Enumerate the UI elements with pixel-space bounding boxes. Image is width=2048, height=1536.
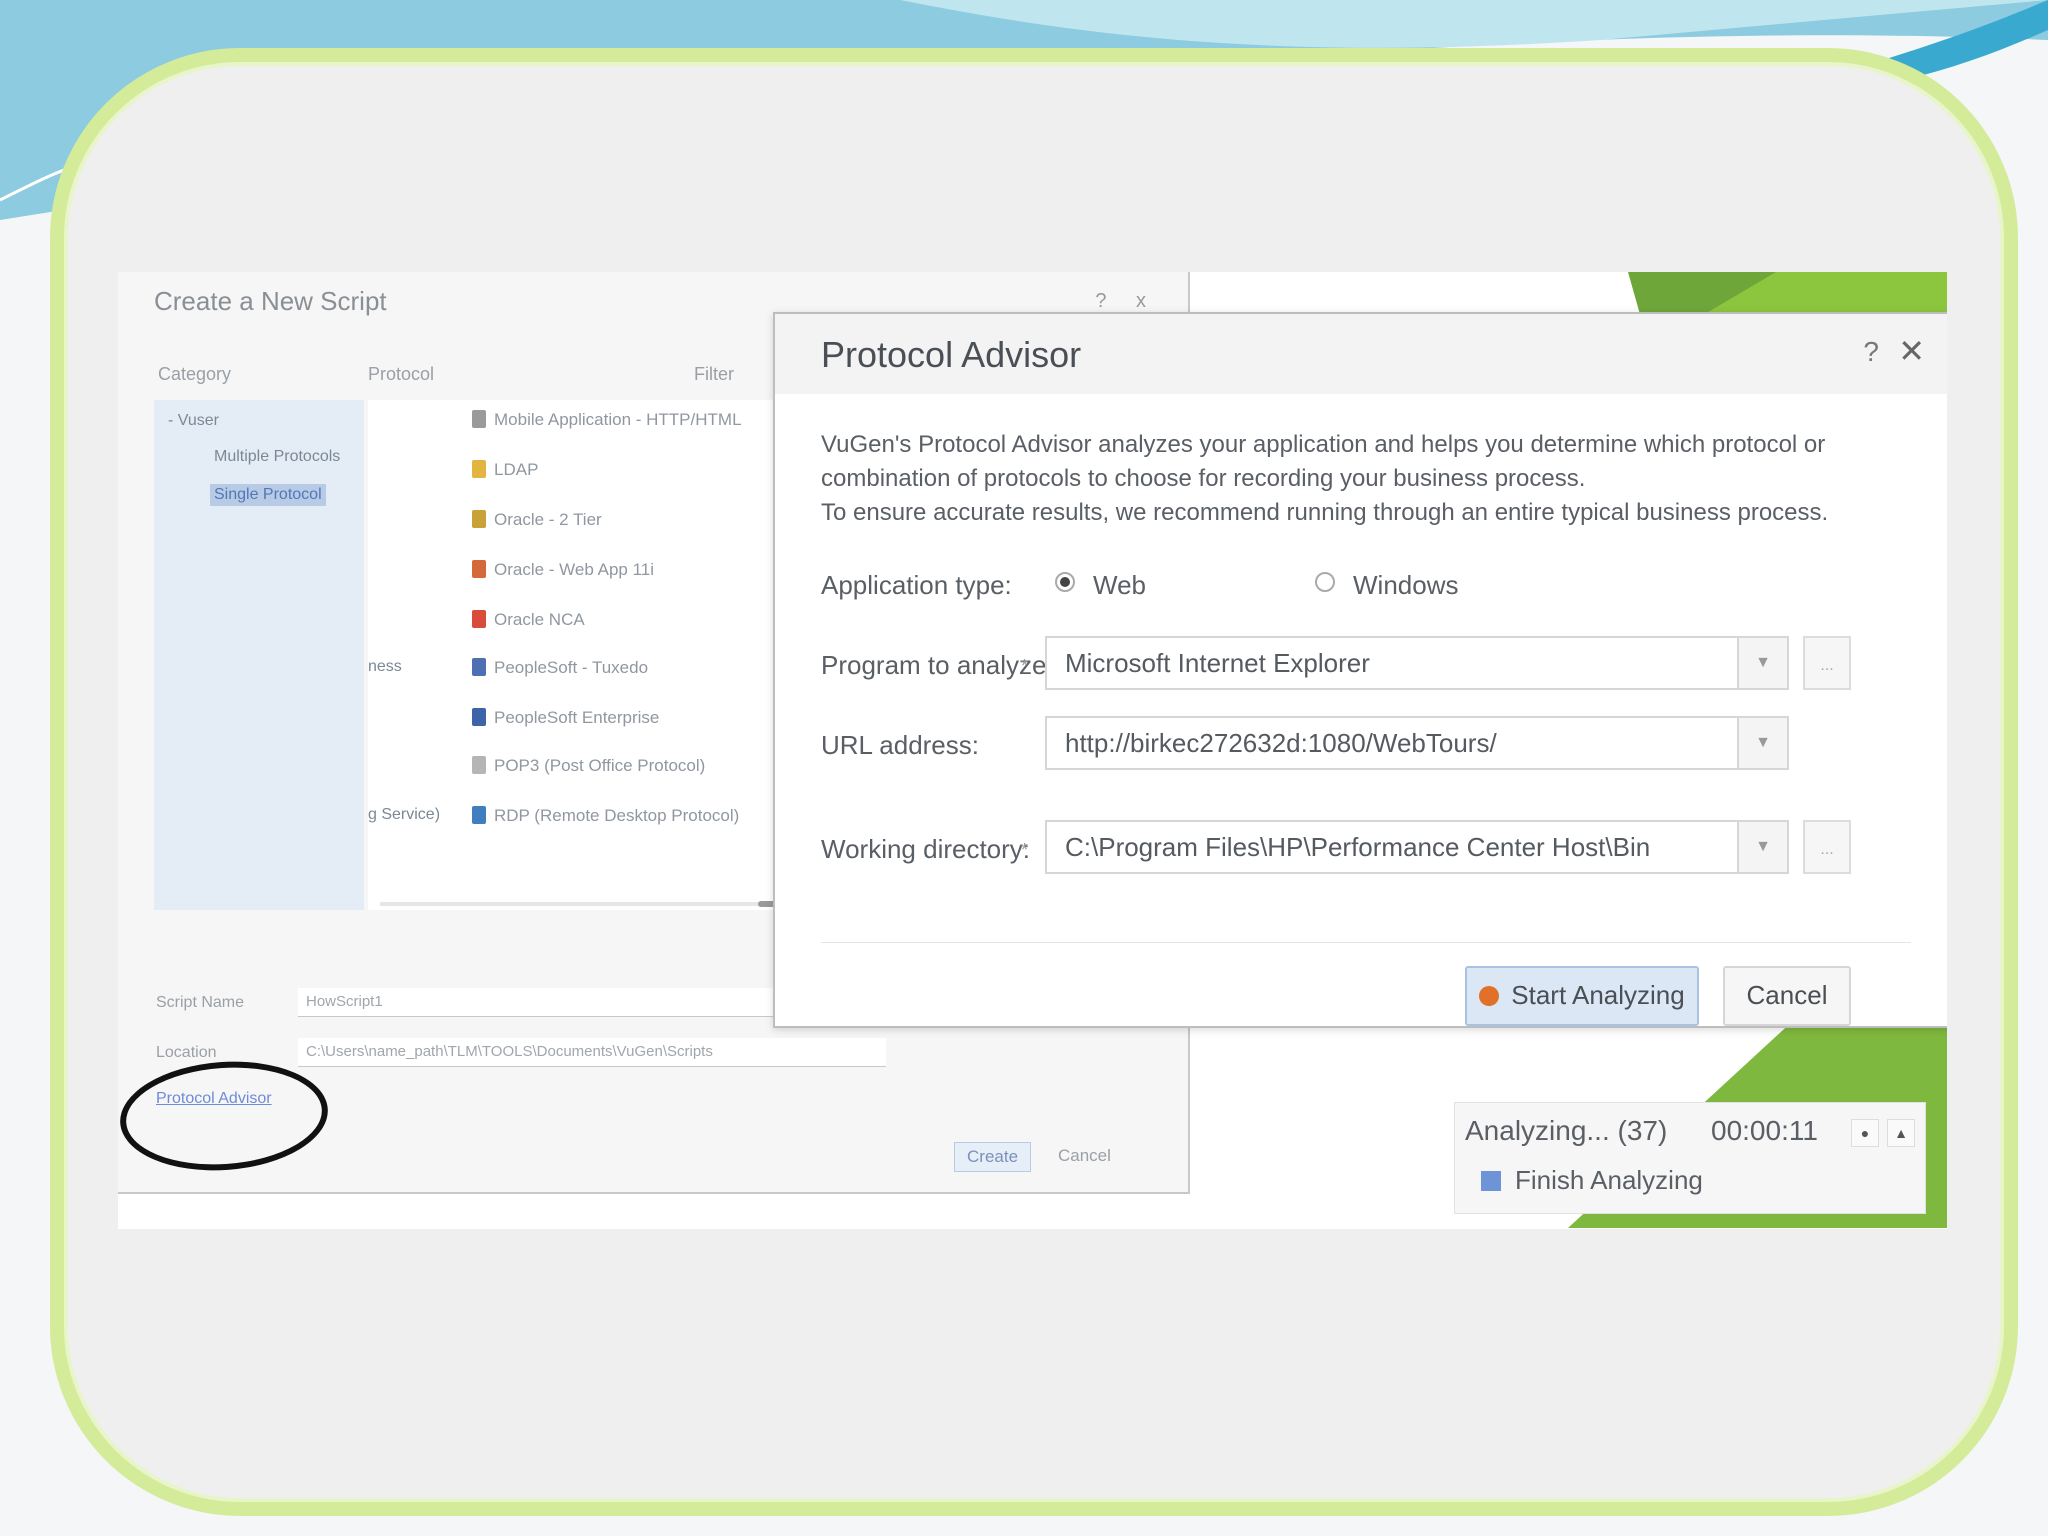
collapse-icon[interactable]: ▲ xyxy=(1887,1119,1915,1147)
protocol-icon xyxy=(472,708,486,726)
cancel-button[interactable]: Cancel xyxy=(1046,1142,1123,1170)
protocol-item[interactable]: Oracle NCA xyxy=(472,610,585,630)
protocol-header: Protocol xyxy=(368,364,435,384)
category-single-protocol[interactable]: Single Protocol xyxy=(210,484,326,506)
radio-windows[interactable]: Windows xyxy=(1315,570,1458,601)
cancel-button[interactable]: Cancel xyxy=(1723,966,1851,1026)
dialog-description: VuGen's Protocol Advisor analyzes your a… xyxy=(821,431,1829,526)
protocol-item[interactable]: Mobile Application - HTTP/HTML xyxy=(472,410,742,430)
protocol-item[interactable]: Oracle - 2 Tier xyxy=(472,510,602,530)
highlight-circle xyxy=(118,1054,332,1178)
required-mark: * xyxy=(1021,656,1029,676)
protocol-icon xyxy=(472,610,486,628)
elapsed-time: 00:00:11 xyxy=(1711,1115,1818,1146)
protocol-item[interactable]: RDP (Remote Desktop Protocol) xyxy=(472,806,739,826)
program-combobox[interactable]: Microsoft Internet Explorer ▼ xyxy=(1045,636,1789,690)
protocol-item[interactable]: LDAP xyxy=(472,460,538,480)
protocol-icon xyxy=(472,756,486,774)
category-tree: - Vuser Multiple Protocols Single Protoc… xyxy=(154,400,364,910)
required-mark: * xyxy=(1021,840,1029,860)
chevron-down-icon[interactable]: ▼ xyxy=(1737,636,1789,690)
working-directory-browse-button[interactable]: ... xyxy=(1803,820,1851,874)
chevron-down-icon[interactable]: ▼ xyxy=(1737,716,1789,770)
protocol-item[interactable]: POP3 (Post Office Protocol) xyxy=(472,756,705,776)
protocol-item[interactable]: PeopleSoft Enterprise xyxy=(472,708,659,728)
record-icon xyxy=(1479,986,1500,1006)
protocol-icon xyxy=(472,460,486,478)
dialog-title: Create a New Script xyxy=(154,286,387,316)
working-directory-combobox[interactable]: C:\Program Files\HP\Performance Center H… xyxy=(1045,820,1789,874)
truncated-text: g Service) xyxy=(368,806,441,823)
location-field[interactable]: C:\Users\name_path\TLM\TOOLS\Documents\V… xyxy=(298,1038,886,1067)
protocol-advisor-dialog: Protocol Advisor ? ✕ VuGen's Protocol Ad… xyxy=(773,312,1947,1028)
analyzing-toolbar: Analyzing... (37) 00:00:11 ● ▲ Finish An… xyxy=(1454,1102,1926,1214)
dialog-title: Protocol Advisor xyxy=(821,334,1082,375)
radio-unchecked-icon xyxy=(1315,572,1335,592)
create-button[interactable]: Create xyxy=(954,1142,1032,1172)
category-header: Category xyxy=(158,364,232,384)
script-name-label: Script Name xyxy=(156,994,245,1011)
stop-icon[interactable]: ● xyxy=(1851,1119,1879,1147)
url-combobox[interactable]: http://birkec272632d:1080/WebTours/ ▼ xyxy=(1045,716,1789,770)
close-icon[interactable]: ✕ xyxy=(1898,332,1925,370)
category-vuser[interactable]: - Vuser xyxy=(168,412,219,430)
location-label: Location xyxy=(156,1044,217,1061)
protocol-item[interactable]: PeopleSoft - Tuxedo xyxy=(472,658,648,678)
program-browse-button[interactable]: ... xyxy=(1803,636,1851,690)
truncated-text: ness xyxy=(368,658,402,675)
dialog-help-close[interactable]: ? x xyxy=(1095,290,1158,313)
category-multiple-protocols[interactable]: Multiple Protocols xyxy=(214,448,340,466)
finish-icon xyxy=(1481,1171,1501,1191)
protocol-icon xyxy=(472,806,486,824)
chevron-down-icon[interactable]: ▼ xyxy=(1737,820,1789,874)
application-type-label: Application type: xyxy=(821,570,1012,600)
protocol-icon xyxy=(472,410,486,428)
program-label: Program to analyze: xyxy=(821,650,1054,680)
start-analyzing-button[interactable]: Start Analyzing xyxy=(1465,966,1699,1026)
divider xyxy=(821,942,1911,943)
working-directory-label: Working directory: xyxy=(821,834,1031,864)
finish-analyzing-button[interactable]: Finish Analyzing xyxy=(1481,1165,1703,1196)
url-label: URL address: xyxy=(821,730,979,760)
filter-label: Filter xyxy=(694,364,734,384)
protocol-icon xyxy=(472,560,486,578)
radio-web[interactable]: Web xyxy=(1055,570,1146,601)
help-icon[interactable]: ? xyxy=(1863,336,1879,368)
protocol-icon xyxy=(472,658,486,676)
analyzing-status: Analyzing... (37) xyxy=(1465,1115,1668,1146)
protocol-item[interactable]: Oracle - Web App 11i xyxy=(472,560,654,580)
radio-checked-icon xyxy=(1055,572,1075,592)
screenshot-panel: Create a New Script ? x Category Protoco… xyxy=(118,272,1947,1229)
protocol-icon xyxy=(472,510,486,528)
